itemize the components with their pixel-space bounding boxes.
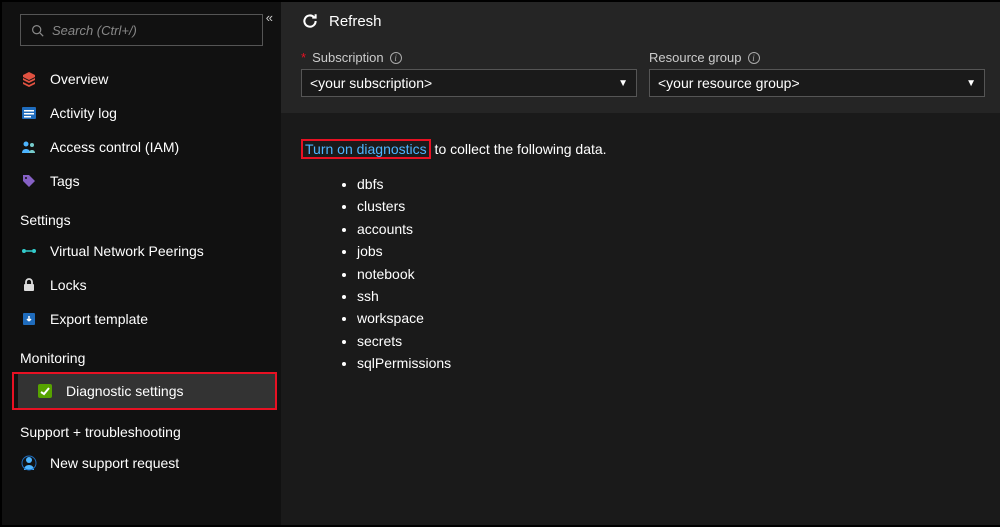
turn-on-diagnostics-link[interactable]: Turn on diagnostics <box>305 141 427 157</box>
vnet-peerings-icon <box>20 242 38 260</box>
sidebar-item-tags[interactable]: Tags <box>2 164 281 198</box>
main-content: Refresh * Subscription i <your subscript… <box>281 2 1000 525</box>
access-control-icon <box>20 138 38 156</box>
list-item: jobs <box>357 240 985 262</box>
list-item: sqlPermissions <box>357 352 985 374</box>
sidebar-item-export-template[interactable]: Export template <box>2 302 281 336</box>
highlight-diagnostic-settings: Diagnostic settings <box>12 372 277 410</box>
resource-group-filter: Resource group i <your resource group> ▼ <box>649 50 985 97</box>
subscription-filter: * Subscription i <your subscription> ▼ <box>301 50 637 97</box>
nav-label: Tags <box>50 173 80 189</box>
resource-group-label: Resource group i <box>649 50 985 65</box>
subscription-value: <your subscription> <box>310 75 432 91</box>
list-item: ssh <box>357 285 985 307</box>
list-item: workspace <box>357 307 985 329</box>
search-placeholder: Search (Ctrl+/) <box>52 23 137 38</box>
nav-label: Activity log <box>50 105 117 121</box>
nav-label: Virtual Network Peerings <box>50 243 204 259</box>
diagnostics-follow-text: to collect the following data. <box>431 141 607 157</box>
section-header-support: Support + troubleshooting <box>2 410 281 446</box>
chevron-down-icon: ▼ <box>618 78 628 89</box>
list-item: secrets <box>357 330 985 352</box>
section-header-settings: Settings <box>2 198 281 234</box>
sidebar-item-access-control[interactable]: Access control (IAM) <box>2 130 281 164</box>
search-icon <box>31 24 44 37</box>
nav-label: Diagnostic settings <box>66 383 184 399</box>
nav-label: Locks <box>50 277 87 293</box>
list-item: dbfs <box>357 173 985 195</box>
resource-group-dropdown[interactable]: <your resource group> ▼ <box>649 69 985 97</box>
search-input[interactable]: Search (Ctrl+/) <box>20 14 263 46</box>
highlight-turn-on-diagnostics: Turn on diagnostics <box>301 139 431 159</box>
section-header-monitoring: Monitoring <box>2 336 281 372</box>
support-icon <box>20 454 38 472</box>
resource-group-value: <your resource group> <box>658 75 800 91</box>
list-item: clusters <box>357 195 985 217</box>
nav-label: Export template <box>50 311 148 327</box>
refresh-icon[interactable] <box>301 12 319 30</box>
toolbar: Refresh <box>281 2 1000 40</box>
sidebar-item-new-support-request[interactable]: New support request <box>2 446 281 480</box>
subscription-dropdown[interactable]: <your subscription> ▼ <box>301 69 637 97</box>
nav-label: Access control (IAM) <box>50 139 179 155</box>
sidebar-item-activity-log[interactable]: Activity log <box>2 96 281 130</box>
list-item: accounts <box>357 218 985 240</box>
subscription-label: * Subscription i <box>301 50 637 65</box>
tags-icon <box>20 172 38 190</box>
collapse-sidebar-button[interactable]: « <box>266 10 273 25</box>
sidebar-item-locks[interactable]: Locks <box>2 268 281 302</box>
locks-icon <box>20 276 38 294</box>
sidebar-item-overview[interactable]: Overview <box>2 62 281 96</box>
sidebar-item-diagnostic-settings[interactable]: Diagnostic settings <box>18 374 275 408</box>
activity-log-icon <box>20 104 38 122</box>
sidebar-item-vnet-peerings[interactable]: Virtual Network Peerings <box>2 234 281 268</box>
refresh-button[interactable]: Refresh <box>329 13 382 30</box>
sidebar: « Search (Ctrl+/) Overview Activity log … <box>2 2 281 525</box>
list-item: notebook <box>357 263 985 285</box>
diagnostics-prompt: Turn on diagnostics to collect the follo… <box>281 113 1000 401</box>
diagnostics-data-list: dbfsclustersaccountsjobsnotebooksshworks… <box>357 173 985 375</box>
required-asterisk: * <box>301 50 306 65</box>
diagnostic-settings-icon <box>36 382 54 400</box>
nav-label: Overview <box>50 71 108 87</box>
info-icon[interactable]: i <box>390 52 402 64</box>
filter-bar: * Subscription i <your subscription> ▼ R… <box>281 40 1000 113</box>
databricks-icon <box>20 70 38 88</box>
nav-label: New support request <box>50 455 179 471</box>
export-template-icon <box>20 310 38 328</box>
info-icon[interactable]: i <box>748 52 760 64</box>
chevron-down-icon: ▼ <box>966 78 976 89</box>
